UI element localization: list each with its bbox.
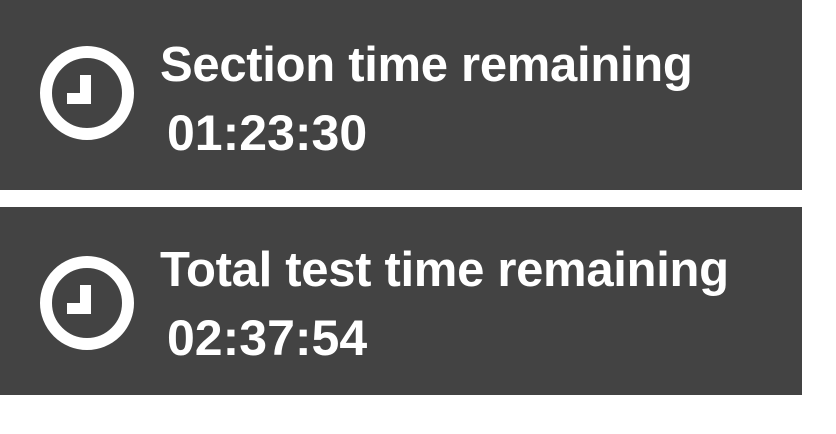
- total-timer-panel: Total test time remaining 02:37:54: [0, 207, 802, 395]
- section-timer-panel: Section time remaining 01:23:30: [0, 0, 802, 190]
- section-timer-value: 01:23:30: [167, 105, 368, 161]
- clock-icon: [39, 45, 135, 141]
- section-timer-label: Section time remaining: [160, 38, 693, 92]
- total-timer-label: Total test time remaining: [160, 243, 729, 297]
- clock-icon: [39, 255, 135, 351]
- total-timer-value: 02:37:54: [167, 310, 368, 366]
